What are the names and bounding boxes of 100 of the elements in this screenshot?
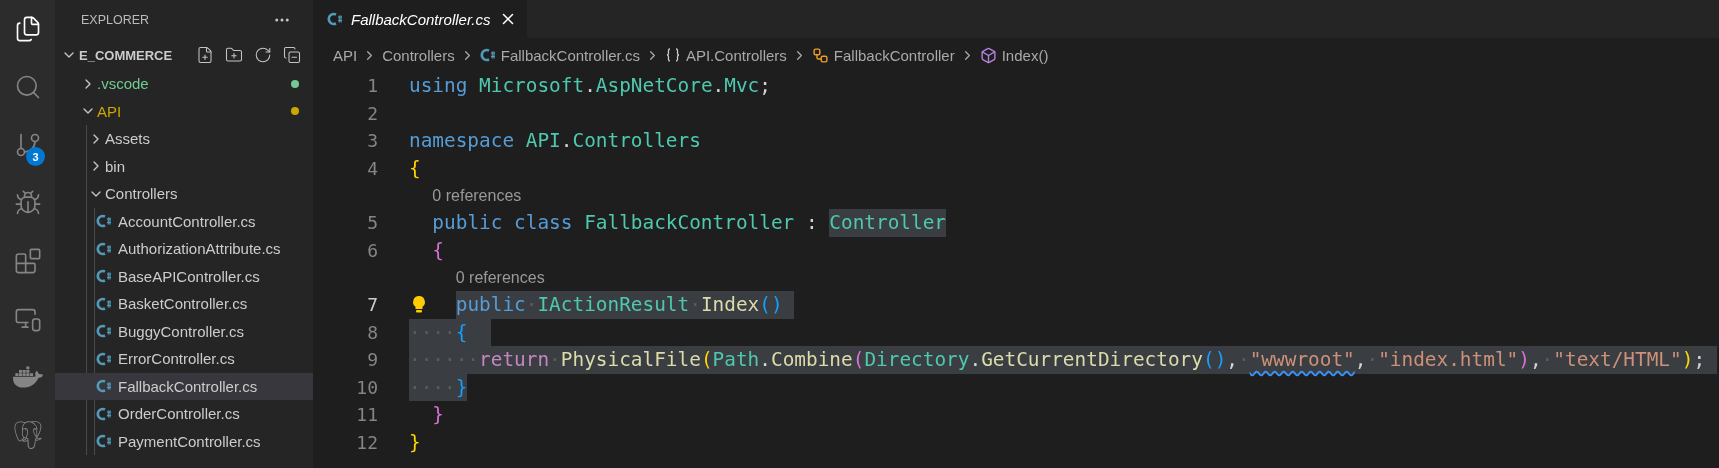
csharp-icon [96, 323, 112, 340]
cube-icon [979, 46, 997, 64]
code-token: } [409, 429, 421, 456]
code-token: · [549, 346, 561, 374]
file-item[interactable]: BuggyController.cs [55, 317, 313, 345]
code-token: GetCurrentDirectory [981, 346, 1203, 374]
code-token: { [432, 237, 445, 264]
references-lens[interactable]: 0 references [455, 268, 545, 287]
code-token: ······ [409, 346, 480, 374]
line-number: 2 [366, 102, 378, 124]
code-token: FallbackController [583, 210, 795, 236]
new-file-icon[interactable] [196, 46, 214, 64]
section-title[interactable]: E_COMMERCE [79, 47, 194, 63]
editor-tab[interactable]: FallbackController.cs [313, 0, 527, 38]
refresh-icon[interactable] [254, 46, 272, 64]
code-token: Path [712, 346, 760, 374]
file-item[interactable]: OrderController.cs [55, 400, 313, 428]
code-token: "index.html" [1378, 346, 1519, 374]
breadcrumb-item[interactable]: API [333, 46, 358, 64]
code-token: Controllers [572, 128, 701, 154]
code-token: "wwwroot" [1249, 346, 1355, 374]
folder-item[interactable]: bin [55, 152, 313, 180]
line-number: 11 [355, 404, 378, 426]
csharp-icon [96, 213, 112, 230]
code-token: Mvc [724, 73, 760, 99]
csharp-icon [96, 268, 112, 285]
csharp-icon [96, 433, 112, 450]
line-number: 8 [366, 321, 378, 343]
code-token: : [804, 210, 819, 236]
code-token: using [409, 73, 468, 99]
code-token: , [1226, 346, 1238, 374]
csharp-icon [96, 240, 112, 257]
code-token: () [1202, 346, 1227, 374]
file-item[interactable]: FallbackController.cs [55, 372, 313, 400]
folder-item[interactable]: Controllers [55, 180, 313, 208]
code-token: return [479, 346, 550, 374]
code-token: PhysicalFile [560, 346, 701, 374]
code-token: { [409, 155, 421, 182]
blocks-icon[interactable] [13, 247, 42, 275]
breadcrumb-item[interactable]: Index() [1001, 46, 1049, 64]
code-token: . [560, 128, 573, 154]
csharp-icon [96, 295, 112, 312]
breadcrumb-item[interactable]: FallbackController [833, 46, 955, 64]
code-token: () [759, 291, 795, 319]
code-token: Combine [770, 346, 853, 374]
folder-item[interactable]: .vscode [55, 70, 313, 98]
file-item[interactable]: BasketController.cs [55, 290, 313, 318]
code-token: · [1238, 346, 1250, 374]
elephant-icon[interactable] [13, 421, 42, 449]
code-token: · [689, 291, 701, 319]
folder-item[interactable]: Assets [55, 125, 313, 153]
line-number: 1 [366, 75, 378, 97]
code-token: . [969, 346, 982, 374]
csharp-icon [327, 11, 343, 27]
file-item[interactable]: BaseAPIController.cs [55, 262, 313, 290]
collapse-icon[interactable] [283, 46, 301, 64]
line-number: 9 [366, 349, 378, 371]
csharp-icon [96, 350, 112, 367]
code-token: Index [700, 291, 760, 319]
code-token: namespace [409, 128, 515, 154]
line-number: 5 [366, 212, 378, 234]
code-token: IActionResult [537, 291, 690, 319]
line-number: 12 [355, 431, 378, 453]
code-token: ; [759, 73, 771, 99]
bug-icon[interactable] [13, 189, 42, 217]
folder-item[interactable]: API [55, 97, 313, 125]
code-token: ; [1693, 346, 1717, 374]
breadcrumb-item[interactable]: FallbackController.cs [500, 46, 640, 64]
code-token: Microsoft [478, 73, 585, 99]
code-token: ···· [409, 373, 456, 401]
panel-title: EXPLORER [81, 13, 150, 27]
lightbulb-icon[interactable] [412, 295, 426, 314]
breadcrumb-item[interactable]: API.Controllers [685, 46, 787, 64]
code-token: public [455, 291, 526, 319]
code-token: Directory [864, 346, 970, 374]
csharp-icon [96, 405, 112, 422]
code-token: AspNetCore [595, 73, 713, 99]
file-item[interactable]: AccountController.cs [55, 207, 313, 235]
references-lens[interactable]: 0 references [432, 186, 522, 205]
file-item[interactable]: ErrorController.cs [55, 345, 313, 373]
line-number: 3 [366, 130, 378, 152]
line-number: 7 [366, 294, 378, 316]
new-folder-icon[interactable] [225, 46, 243, 64]
code-token: ···· [409, 318, 456, 346]
class-icon [811, 46, 829, 64]
braces-icon [664, 47, 681, 63]
line-number: 10 [355, 376, 378, 398]
code-token: Controller [829, 209, 947, 237]
code-token: · [1366, 346, 1379, 374]
code-token: "text/HTML" [1553, 346, 1682, 374]
code-token: class [513, 210, 573, 236]
csharp-icon [96, 378, 112, 395]
file-item[interactable]: PaymentController.cs [55, 427, 313, 455]
code-token: public [432, 210, 503, 236]
code-token: } [432, 402, 445, 428]
code-token: . [712, 73, 725, 99]
breadcrumb-item[interactable]: Controllers [382, 46, 455, 64]
csharp-icon [479, 47, 496, 63]
file-item[interactable]: AuthorizationAttribute.cs [55, 235, 313, 263]
code-token: . [759, 346, 771, 374]
